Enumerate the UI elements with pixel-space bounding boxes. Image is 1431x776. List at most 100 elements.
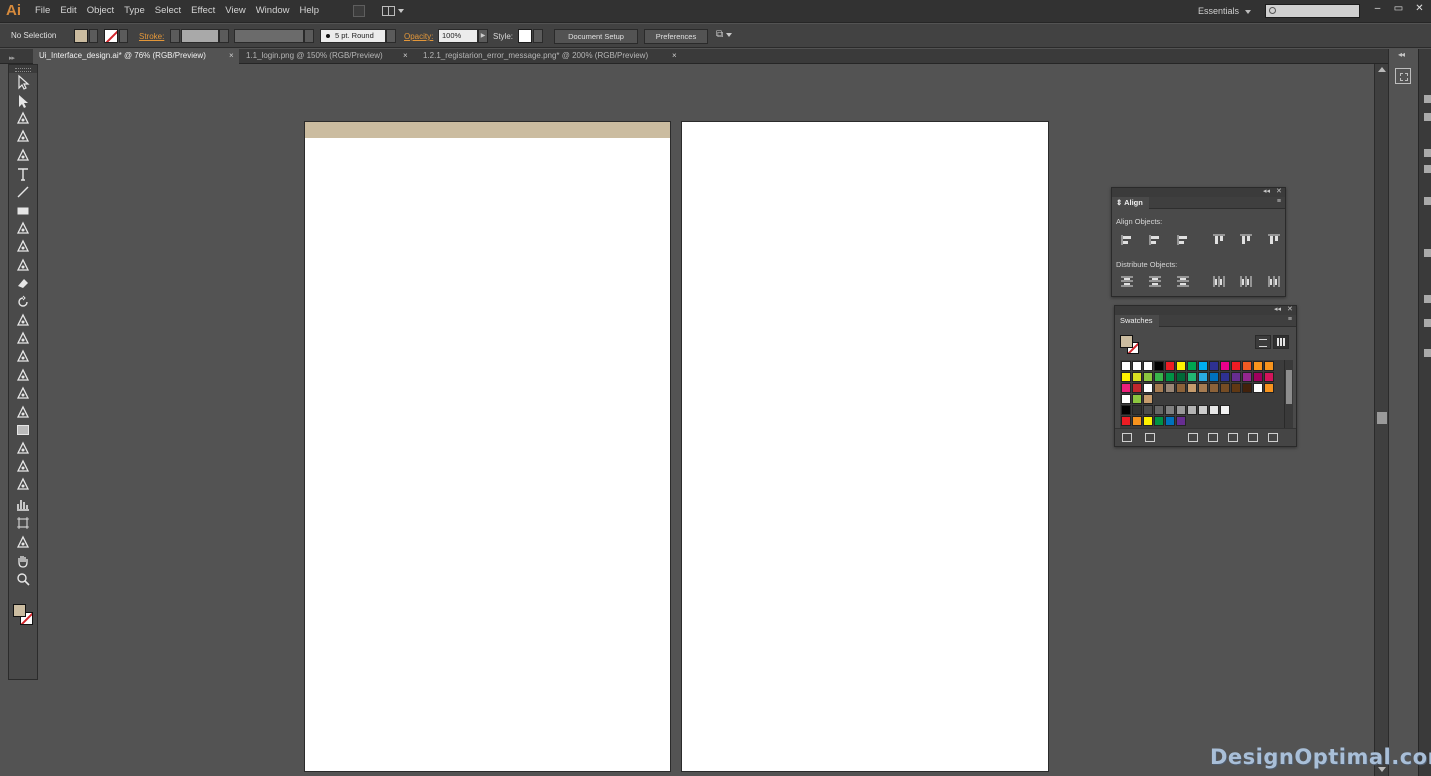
fill-color-swatch[interactable] [74, 29, 88, 43]
color-swatch[interactable] [1143, 416, 1153, 426]
color-swatch[interactable] [1209, 405, 1219, 415]
graphic-style-dropdown[interactable] [533, 29, 543, 43]
column-graph-tool-icon[interactable] [15, 496, 31, 512]
horizontal-distribute-center-icon[interactable] [1239, 275, 1253, 288]
color-swatch[interactable] [1231, 372, 1241, 382]
color-swatch[interactable] [1165, 405, 1175, 415]
menu-type[interactable]: Type [124, 5, 145, 16]
color-swatch[interactable] [1176, 405, 1186, 415]
color-swatch[interactable] [1165, 383, 1175, 393]
color-swatch[interactable] [1165, 416, 1175, 426]
color-swatch[interactable] [1264, 383, 1274, 393]
stroke-weight-field[interactable] [181, 29, 219, 43]
free-transform-tool-icon[interactable] [15, 348, 31, 364]
color-swatch[interactable] [1231, 383, 1241, 393]
color-swatch[interactable] [1187, 405, 1197, 415]
color-swatch[interactable] [1121, 416, 1131, 426]
color-swatch[interactable] [1132, 361, 1142, 371]
gradient-tool-icon[interactable] [15, 422, 31, 438]
line-segment-tool-icon[interactable] [15, 184, 31, 200]
panel-menu-icon[interactable]: ≡ [1288, 316, 1292, 323]
opacity-label[interactable]: Opacity: [404, 32, 433, 41]
collapse-panel-icon[interactable]: ◂◂ [1263, 187, 1270, 195]
color-swatch[interactable] [1209, 372, 1219, 382]
close-tab-icon[interactable]: × [229, 49, 234, 63]
color-swatch[interactable] [1187, 383, 1197, 393]
color-swatch[interactable] [1242, 361, 1252, 371]
color-swatch[interactable] [1143, 383, 1153, 393]
menu-view[interactable]: View [225, 5, 245, 16]
color-swatch[interactable] [1165, 361, 1175, 371]
header-rectangle[interactable] [305, 122, 670, 138]
stroke-weight-dropdown[interactable] [219, 29, 229, 43]
close-panel-icon[interactable]: ✕ [1287, 305, 1293, 313]
color-swatch[interactable] [1143, 405, 1153, 415]
preferences-button[interactable]: Preferences [644, 29, 708, 44]
color-swatch[interactable] [1143, 361, 1153, 371]
new-color-group-icon[interactable] [1208, 433, 1218, 442]
swatches-panel-topbar[interactable]: ◂◂ ✕ [1115, 306, 1296, 315]
opacity-arrow-icon[interactable]: ▶ [478, 29, 488, 43]
stroke-color-swatch[interactable] [104, 29, 118, 43]
horizontal-align-left-icon[interactable] [1120, 233, 1134, 246]
color-swatch[interactable] [1154, 383, 1164, 393]
hand-tool-icon[interactable] [15, 553, 31, 569]
vertical-align-bottom-icon[interactable] [1267, 233, 1281, 246]
selection-tool-icon[interactable] [15, 74, 31, 90]
menu-object[interactable]: Object [87, 5, 114, 16]
opacity-field[interactable]: 100% [438, 29, 478, 43]
vertical-distribute-bottom-icon[interactable] [1176, 275, 1190, 288]
stroke-dropdown[interactable] [119, 29, 128, 43]
vertical-distribute-center-icon[interactable] [1148, 275, 1162, 288]
horizontal-distribute-right-icon[interactable] [1267, 275, 1281, 288]
color-swatch[interactable] [1242, 383, 1252, 393]
menu-effect[interactable]: Effect [191, 5, 215, 16]
workspace-switcher[interactable]: Essentials [1198, 6, 1251, 16]
stroke-weight-stepper[interactable] [170, 29, 180, 43]
color-swatch[interactable] [1154, 372, 1164, 382]
appearance-panel-icon[interactable] [1424, 249, 1431, 257]
color-swatch[interactable] [1220, 383, 1230, 393]
zoom-tool-icon[interactable] [15, 571, 31, 587]
vertical-scrollbar[interactable] [1374, 64, 1388, 776]
horizontal-distribute-left-icon[interactable] [1212, 275, 1226, 288]
go-to-bridge-icon[interactable] [353, 5, 365, 17]
color-swatch[interactable] [1198, 372, 1208, 382]
symbols-panel-icon[interactable] [1424, 165, 1431, 173]
arrange-documents-icon[interactable] [382, 5, 404, 17]
tab-grip-icon[interactable]: ▸▸ [9, 54, 15, 62]
color-swatch[interactable] [1253, 372, 1263, 382]
color-swatch[interactable] [1209, 361, 1219, 371]
color-swatch[interactable] [1220, 361, 1230, 371]
color-panel-icon[interactable] [1424, 95, 1431, 103]
color-swatch[interactable] [1121, 383, 1131, 393]
perspective-grid-tool-icon[interactable] [15, 385, 31, 401]
artboard-2[interactable] [681, 121, 1049, 772]
vertical-align-center-icon[interactable] [1239, 233, 1253, 246]
scale-tool-icon[interactable] [15, 312, 31, 328]
scrollbar-thumb[interactable] [1377, 412, 1387, 424]
align-panel-topbar[interactable]: ◂◂ ✕ [1112, 188, 1285, 197]
color-swatch[interactable] [1132, 372, 1142, 382]
color-swatch[interactable] [1121, 394, 1131, 404]
close-button[interactable]: ✕ [1410, 2, 1429, 16]
color-guide-icon[interactable] [1424, 113, 1431, 121]
fill-dropdown[interactable] [89, 29, 98, 43]
eyedropper-tool-icon[interactable] [15, 440, 31, 456]
swatches-panel-tab[interactable]: Swatches [1115, 315, 1159, 327]
current-fill-swatch[interactable] [1120, 335, 1133, 348]
mesh-tool-icon[interactable] [15, 404, 31, 420]
pathfinder-panel-icon[interactable] [1424, 349, 1431, 357]
folder-icon[interactable] [1228, 433, 1238, 442]
color-swatch[interactable] [1264, 372, 1274, 382]
color-swatch[interactable] [1132, 405, 1142, 415]
tools-panel-grip[interactable] [9, 65, 37, 73]
brushes-panel-icon[interactable] [1424, 149, 1431, 157]
color-swatch[interactable] [1121, 405, 1131, 415]
color-swatch[interactable] [1231, 361, 1241, 371]
close-panel-icon[interactable]: ✕ [1276, 187, 1282, 195]
collapse-panel-icon[interactable]: ◂◂ [1274, 305, 1281, 313]
lasso-tool-icon[interactable] [15, 128, 31, 144]
artboard-tool-icon[interactable] [15, 515, 31, 531]
thumbnail-view-icon[interactable] [1273, 335, 1289, 349]
